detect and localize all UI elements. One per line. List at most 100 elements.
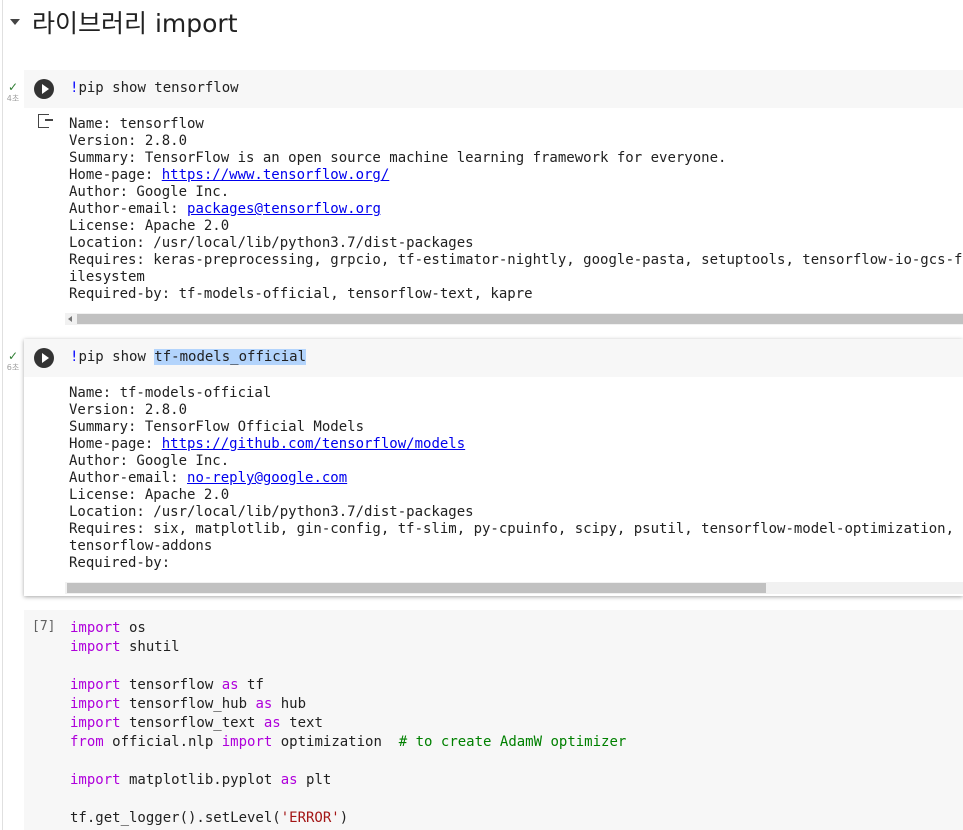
code-line[interactable] bbox=[70, 790, 963, 809]
code-token: hub bbox=[272, 696, 307, 712]
code-line[interactable]: import tensorflow as tf bbox=[70, 676, 963, 695]
output-text: Version: 2.8.0 bbox=[69, 402, 188, 418]
code-token: pip show tensorflow bbox=[78, 80, 239, 96]
output-icon[interactable] bbox=[38, 114, 53, 128]
code-token: import bbox=[70, 639, 121, 655]
output-text: Home-page: bbox=[69, 436, 162, 452]
code-line[interactable]: !pip show tf-models_official bbox=[70, 349, 963, 365]
run-cell-button[interactable] bbox=[34, 348, 54, 368]
output-line: Location: /usr/local/lib/python3.7/dist-… bbox=[69, 235, 963, 252]
output-line: Version: 2.8.0 bbox=[69, 402, 963, 419]
output-line: Required-by: tf-models-official, tensorf… bbox=[69, 286, 963, 303]
code-editor[interactable]: !pip show tensorflow bbox=[24, 70, 963, 108]
code-token: # to create AdamW optimizer bbox=[398, 734, 627, 750]
check-icon: ✓ bbox=[7, 80, 19, 94]
code-line[interactable]: import os bbox=[70, 619, 963, 638]
output-line: Author: Google Inc. bbox=[69, 453, 963, 470]
output-text: Location: /usr/local/lib/python3.7/dist-… bbox=[69, 235, 474, 251]
scrollbar-thumb[interactable] bbox=[67, 583, 766, 593]
output-line: License: Apache 2.0 bbox=[69, 487, 963, 504]
code-token: os bbox=[120, 620, 146, 636]
code-line[interactable]: import tensorflow_text as text bbox=[70, 714, 963, 733]
cell1-exec-status: ✓ 4초 bbox=[5, 81, 21, 104]
code-line[interactable]: tf.get_logger().setLevel('ERROR') bbox=[70, 809, 963, 828]
code-line[interactable]: from official.nlp import optimization # … bbox=[70, 733, 963, 752]
output-line: Summary: TensorFlow Official Models bbox=[69, 419, 963, 436]
output-horizontal-scrollbar[interactable] bbox=[65, 582, 963, 594]
output-text: Home-page: bbox=[69, 167, 162, 183]
output-line: Requires: six, matplotlib, gin-config, t… bbox=[69, 521, 963, 555]
code-token: as bbox=[255, 696, 273, 712]
code-token: plt bbox=[297, 772, 332, 788]
output-line: Home-page: https://github.com/tensorflow… bbox=[69, 436, 963, 453]
code-line[interactable]: import shutil bbox=[70, 638, 963, 657]
code-token: tensorflow_hub bbox=[120, 696, 256, 712]
output-text: Required-by: bbox=[69, 555, 171, 571]
output-link[interactable]: https://www.tensorflow.org/ bbox=[162, 167, 390, 183]
output-text: License: Apache 2.0 bbox=[69, 218, 230, 234]
output-line: Requires: keras-preprocessing, grpcio, t… bbox=[69, 252, 963, 286]
output-text: License: Apache 2.0 bbox=[69, 487, 230, 503]
code-cell-1[interactable]: ✓ 4초 !pip show tensorflow Name: tensorfl… bbox=[7, 70, 963, 325]
section-header[interactable]: 라이브러리 import bbox=[0, 0, 963, 70]
output-line: Home-page: https://www.tensorflow.org/ bbox=[69, 167, 963, 184]
scroll-left-icon[interactable] bbox=[68, 316, 72, 322]
code-token: tensorflow bbox=[120, 677, 222, 693]
output-horizontal-scrollbar[interactable] bbox=[65, 313, 963, 325]
code-token: import bbox=[70, 696, 121, 712]
code-token: tensorflow_text bbox=[120, 715, 264, 731]
scrollbar-thumb[interactable] bbox=[77, 314, 963, 324]
output-line: License: Apache 2.0 bbox=[69, 218, 963, 235]
run-cell-button[interactable] bbox=[34, 79, 54, 99]
output-line: Location: /usr/local/lib/python3.7/dist-… bbox=[69, 504, 963, 521]
exec-time: 6초 bbox=[6, 363, 20, 372]
output-text: Author-email: bbox=[69, 201, 188, 217]
code-line[interactable] bbox=[70, 752, 963, 771]
collapse-caret-icon[interactable] bbox=[10, 19, 20, 25]
code-token: from bbox=[70, 734, 104, 750]
output-text: Version: 2.8.0 bbox=[69, 133, 188, 149]
code-line[interactable] bbox=[70, 657, 963, 676]
selected-text[interactable]: tf-models_official bbox=[154, 349, 307, 365]
output-text: Summary: TensorFlow Official Models bbox=[69, 419, 365, 435]
code-editor[interactable]: import os import shutil import tensorflow… bbox=[70, 619, 963, 828]
output-text: Summary: TensorFlow is an open source ma… bbox=[69, 150, 727, 166]
code-line[interactable]: import tensorflow_hub as hub bbox=[70, 695, 963, 714]
output-link[interactable]: https://github.com/tensorflow/models bbox=[162, 436, 465, 452]
code-cell-3[interactable]: [7] import os import shutil import tensor… bbox=[24, 610, 963, 830]
output-line: Name: tensorflow bbox=[69, 116, 963, 133]
code-token: tf bbox=[238, 677, 264, 693]
output-link[interactable]: packages@tensorflow.org bbox=[187, 201, 381, 217]
code-line[interactable]: import matplotlib.pyplot as plt bbox=[70, 771, 963, 790]
code-line[interactable]: !pip show tensorflow bbox=[70, 80, 963, 96]
code-token: import bbox=[70, 677, 121, 693]
output-text: Author: Google Inc. bbox=[69, 184, 230, 200]
output-line: Author-email: packages@tensorflow.org bbox=[69, 201, 963, 218]
code-editor[interactable]: !pip show tf-models_official bbox=[24, 339, 963, 377]
output-line: Author: Google Inc. bbox=[69, 184, 963, 201]
code-token: shutil bbox=[120, 639, 180, 655]
output-text: Requires: six, matplotlib, gin-config, t… bbox=[69, 521, 963, 554]
code-token: as bbox=[263, 715, 281, 731]
output-line: Version: 2.8.0 bbox=[69, 133, 963, 150]
code-cell-2-focused[interactable]: ✓ 6초 !pip show tf-models_official Name: … bbox=[7, 339, 963, 596]
cell-output: Name: tensorflow Version: 2.8.0 Summary: T… bbox=[24, 116, 963, 303]
output-link[interactable]: no-reply@google.com bbox=[187, 470, 347, 486]
code-token: as bbox=[280, 772, 298, 788]
notebook-left-border bbox=[2, 0, 3, 830]
code-token: tf.get_logger().setLevel( bbox=[70, 810, 281, 826]
output-text: Author-email: bbox=[69, 470, 188, 486]
code-token: text bbox=[280, 715, 323, 731]
output-line: Author-email: no-reply@google.com bbox=[69, 470, 963, 487]
code-token: official.nlp bbox=[103, 734, 222, 750]
code-token: import bbox=[70, 620, 121, 636]
output-text: Name: tensorflow bbox=[69, 116, 204, 132]
code-token: import bbox=[70, 772, 121, 788]
code-token: import bbox=[221, 734, 273, 750]
section-title: 라이브러리 import bbox=[32, 9, 238, 38]
output-text: Requires: keras-preprocessing, grpcio, t… bbox=[69, 252, 963, 285]
code-token: ) bbox=[339, 810, 349, 826]
code-token: as bbox=[221, 677, 239, 693]
code-token: 'ERROR' bbox=[280, 810, 340, 826]
code-token: optimization bbox=[272, 734, 399, 750]
